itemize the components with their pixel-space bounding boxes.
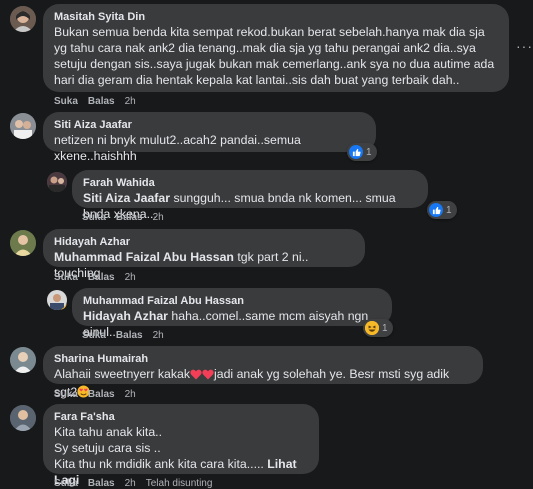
mention-link[interactable]: Siti Aiza Jaafar bbox=[83, 191, 170, 205]
reply-button[interactable]: Balas bbox=[116, 212, 143, 223]
comment-author[interactable]: Siti Aiza Jaafar bbox=[54, 118, 365, 132]
comment-text: netizen ni bnyk mulut2..acah2 pandai..se… bbox=[54, 133, 301, 163]
avatar[interactable] bbox=[47, 172, 67, 192]
comment-bubble: Farah Wahida Siti Aiza Jaafar sungguh...… bbox=[72, 170, 428, 221]
comment-author[interactable]: Sharina Humairah bbox=[54, 352, 472, 366]
comment-body: Alahaii sweetnyerr kakak bbox=[54, 367, 191, 381]
comment-bubble: Hidayah Azhar Muhammad Faizal Abu Hassan… bbox=[43, 229, 365, 310]
avatar[interactable] bbox=[10, 113, 36, 139]
heart-icon bbox=[190, 368, 202, 384]
avatar[interactable] bbox=[10, 230, 36, 256]
like-icon bbox=[349, 145, 363, 159]
comment-bubble: Muhammad Faizal Abu Hassan Hidayah Azhar… bbox=[72, 288, 392, 339]
edited-label[interactable]: Telah disunting bbox=[146, 478, 213, 489]
reaction-number: 1 bbox=[366, 146, 372, 158]
reaction-count[interactable]: 1 bbox=[347, 143, 377, 161]
like-button[interactable]: Suka bbox=[82, 212, 106, 223]
reaction-number: 1 bbox=[382, 322, 388, 334]
comment-author[interactable]: Masitah Syita Din bbox=[54, 10, 498, 24]
avatar-image bbox=[10, 405, 36, 431]
timestamp[interactable]: 2h bbox=[125, 272, 136, 283]
comment-author[interactable]: Fara Fa'sha bbox=[54, 410, 308, 424]
comment-text: Bukan semua benda kita sempat rekod.buka… bbox=[54, 25, 495, 87]
timestamp[interactable]: 2h bbox=[153, 330, 164, 341]
timestamp[interactable]: 2h bbox=[125, 96, 136, 107]
comment-bubble: Masitah Syita Din Bukan semua benda kita… bbox=[43, 4, 509, 92]
more-options-icon[interactable]: ··· bbox=[516, 38, 533, 54]
avatar-image bbox=[47, 172, 67, 192]
timestamp[interactable]: 2h bbox=[153, 212, 164, 223]
comment-bubble: Sharina Humairah Alahaii sweetnyerr kaka… bbox=[43, 346, 483, 399]
reaction-count[interactable]: 1 bbox=[427, 201, 457, 219]
mention-link[interactable]: Hidayah Azhar bbox=[83, 309, 168, 323]
avatar[interactable] bbox=[10, 405, 36, 431]
timestamp[interactable]: 2h bbox=[125, 478, 136, 489]
avatar-image bbox=[10, 6, 36, 32]
reply-button[interactable]: Balas bbox=[116, 330, 143, 341]
reaction-count[interactable]: 1 bbox=[363, 319, 393, 337]
like-button[interactable]: Suka bbox=[54, 272, 78, 283]
comment-author[interactable]: Muhammad Faizal Abu Hassan bbox=[83, 294, 381, 308]
like-button[interactable]: Suka bbox=[54, 96, 78, 107]
avatar-image bbox=[10, 230, 36, 256]
avatar[interactable] bbox=[10, 6, 36, 32]
comment-meta: Suka Balas 2h Telah disunting bbox=[54, 478, 212, 489]
timestamp[interactable]: 2h bbox=[125, 389, 136, 400]
heart-icon bbox=[202, 368, 214, 384]
avatar-image bbox=[47, 290, 67, 310]
avatar-image bbox=[10, 347, 36, 373]
reply-button[interactable]: Balas bbox=[88, 96, 115, 107]
reply-button[interactable]: Balas bbox=[88, 272, 115, 283]
comment-meta: Suka Balas 2h bbox=[54, 272, 146, 283]
reply-button[interactable]: Balas bbox=[88, 478, 115, 489]
comment-meta: Suka Balas 2h bbox=[54, 96, 146, 107]
like-button[interactable]: Suka bbox=[54, 478, 78, 489]
comment-meta: Suka Balas 2h bbox=[82, 212, 174, 223]
like-icon bbox=[429, 203, 443, 217]
comment-author[interactable]: Hidayah Azhar bbox=[54, 235, 354, 249]
avatar-image bbox=[10, 113, 36, 139]
reply-button[interactable]: Balas bbox=[88, 389, 115, 400]
avatar[interactable] bbox=[10, 347, 36, 373]
like-button[interactable]: Suka bbox=[82, 330, 106, 341]
comment-meta: Suka Balas 2h bbox=[54, 389, 146, 400]
comment-bubble: Fara Fa'sha Kita tahu anak kita.. Sy set… bbox=[43, 404, 319, 487]
comment-body: Kita tahu anak kita.. Sy setuju cara sis… bbox=[54, 425, 264, 471]
comment-meta: Suka Balas 2h bbox=[82, 330, 174, 341]
reaction-number: 1 bbox=[446, 204, 452, 216]
avatar[interactable] bbox=[47, 290, 67, 310]
like-button[interactable]: Suka bbox=[54, 389, 78, 400]
comment-author[interactable]: Farah Wahida bbox=[83, 176, 417, 190]
mention-link[interactable]: Muhammad Faizal Abu Hassan bbox=[54, 250, 234, 264]
haha-icon bbox=[365, 321, 379, 335]
comment-bubble: Siti Aiza Jaafar netizen ni bnyk mulut2.… bbox=[43, 112, 376, 163]
